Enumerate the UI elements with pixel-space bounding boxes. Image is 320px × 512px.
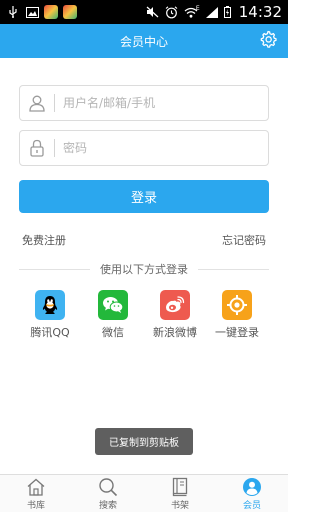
- usb-icon: [6, 6, 20, 18]
- social-option-label: 一键登录: [215, 326, 259, 339]
- settings-button[interactable]: [258, 30, 278, 52]
- username-field[interactable]: [19, 85, 269, 121]
- social-option-label: 新浪微博: [153, 326, 197, 339]
- toast-message: 已复制到剪贴板: [95, 428, 193, 455]
- social-option-one-click[interactable]: 一键登录: [206, 290, 268, 340]
- lock-icon: [20, 131, 54, 165]
- divider-line: [198, 268, 269, 270]
- clock: 14:32: [238, 3, 282, 21]
- app-notification-icon-2: [63, 5, 77, 19]
- nav-item-search[interactable]: 搜索: [72, 475, 144, 512]
- search-icon: [98, 477, 118, 497]
- social-option-label: 微信: [102, 326, 124, 339]
- signal-icon: [205, 6, 219, 18]
- nav-item-bookshelf[interactable]: 书架: [144, 475, 216, 512]
- app-notification-icon: [44, 5, 58, 19]
- gear-icon: [259, 30, 277, 52]
- nav-item-label: 书架: [170, 501, 189, 511]
- bottom-nav: 书库 搜索 书架 会员: [0, 474, 288, 512]
- password-input[interactable]: [55, 131, 268, 165]
- login-button[interactable]: 登录: [19, 180, 269, 213]
- social-option-wechat[interactable]: 微信: [82, 290, 144, 340]
- social-option-qq[interactable]: 腾讯QQ: [19, 290, 81, 340]
- image-notification-icon: [25, 6, 39, 18]
- qq-icon: [35, 290, 65, 320]
- weibo-icon: [160, 290, 190, 320]
- forgot-password-link[interactable]: 忘记密码: [222, 232, 266, 248]
- social-option-label: 腾讯QQ: [30, 326, 70, 339]
- nav-item-label: 会员: [242, 501, 261, 511]
- social-login-divider: 使用以下方式登录: [19, 262, 269, 276]
- wifi-icon: E: [184, 4, 200, 18]
- nav-item-label: 书库: [26, 501, 45, 511]
- user-icon: [20, 86, 54, 120]
- status-bar: E 14:32: [0, 0, 288, 24]
- password-field[interactable]: [19, 130, 269, 166]
- social-option-weibo[interactable]: 新浪微博: [144, 290, 206, 340]
- register-link[interactable]: 免费注册: [22, 232, 66, 248]
- social-login-heading: 使用以下方式登录: [100, 263, 188, 276]
- one-click-login-icon: [222, 290, 252, 320]
- username-input[interactable]: [55, 86, 268, 120]
- nav-item-label: 搜索: [98, 501, 117, 511]
- divider-line: [19, 268, 90, 270]
- network-type-label: E: [195, 4, 200, 12]
- bookshelf-icon: [170, 477, 190, 497]
- page-title: 会员中心: [119, 34, 168, 49]
- mute-icon: [146, 6, 160, 18]
- nav-item-member[interactable]: 会员: [216, 475, 288, 512]
- home-icon: [26, 477, 46, 497]
- wechat-icon: [98, 290, 128, 320]
- nav-item-library[interactable]: 书库: [0, 475, 72, 512]
- header-bar: 会员中心: [0, 24, 288, 58]
- battery-icon: [224, 6, 232, 18]
- member-icon: [242, 477, 262, 497]
- alarm-icon: [165, 5, 179, 18]
